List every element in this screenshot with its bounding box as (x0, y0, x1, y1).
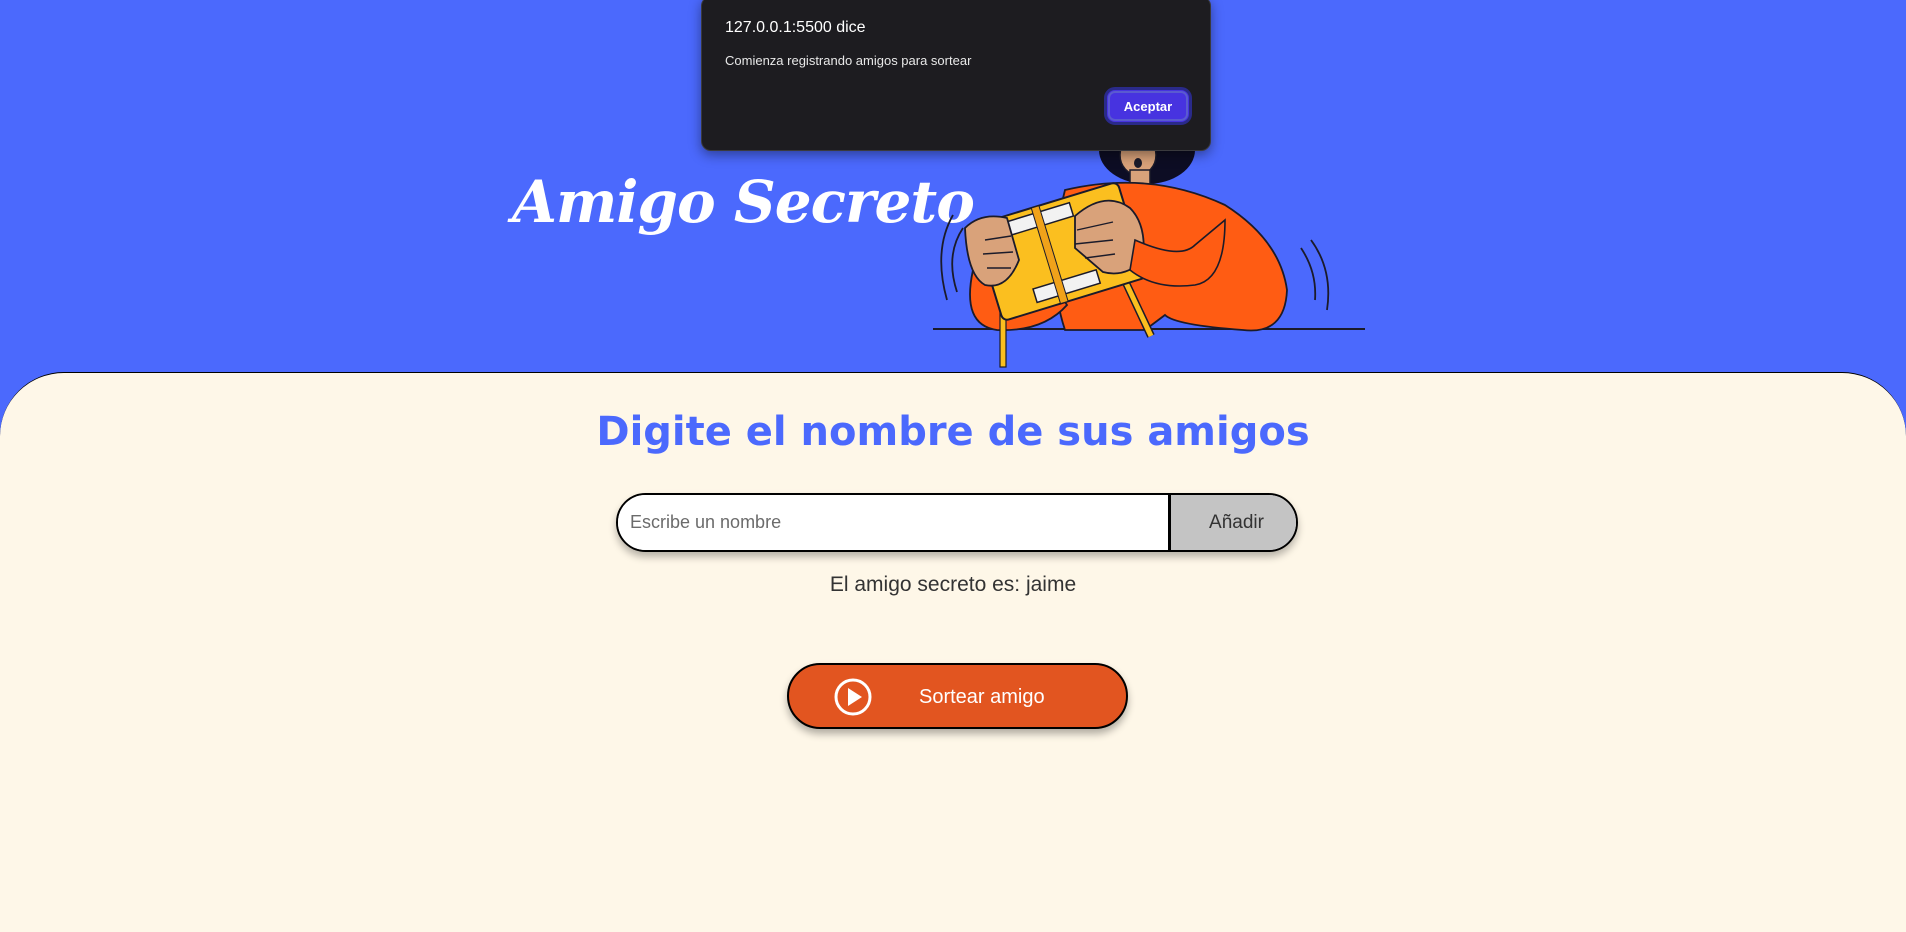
dialog-title: 127.0.0.1:5500 dice (725, 19, 866, 36)
play-circle-icon (834, 678, 872, 716)
draw-button-label: Sortear amigo (919, 686, 1045, 708)
name-input-group: Añadir (616, 493, 1298, 552)
dialog-message: Comienza registrando amigos para sortear (725, 53, 972, 68)
person-with-gift-illustration (933, 120, 1365, 368)
app-title: Amigo Secreto (512, 168, 975, 236)
add-button[interactable]: Añadir (1168, 495, 1296, 550)
alert-dialog: 127.0.0.1:5500 dice Comienza registrando… (701, 0, 1211, 151)
main-card: Digite el nombre de sus amigos Añadir El… (0, 372, 1906, 932)
draw-friend-button[interactable]: Sortear amigo (787, 663, 1128, 729)
section-heading: Digite el nombre de sus amigos (596, 409, 1310, 455)
dialog-ok-button[interactable]: Aceptar (1104, 87, 1192, 125)
name-input[interactable] (618, 495, 1168, 550)
result-text: El amigo secreto es: jaime (829, 573, 1077, 596)
